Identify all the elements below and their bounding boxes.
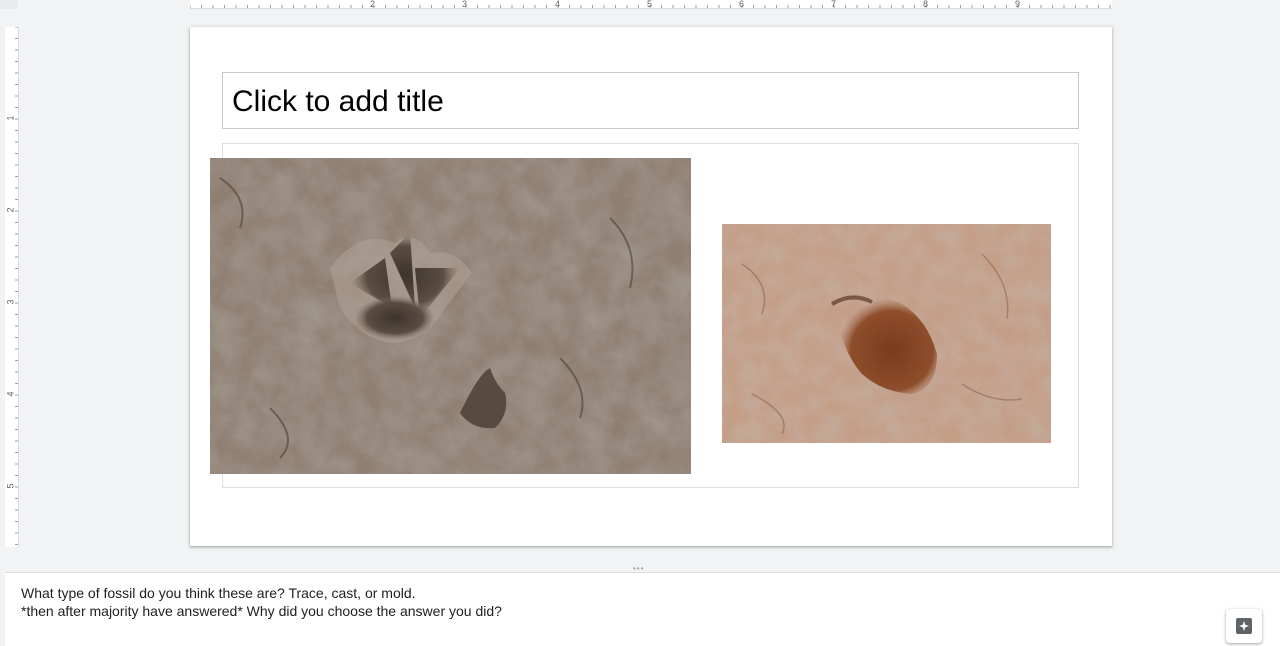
- speaker-notes-line[interactable]: *then after majority have answered* Why …: [21, 602, 502, 620]
- ruler-number: 7: [831, 0, 837, 9]
- title-placeholder-text[interactable]: Click to add title: [232, 85, 444, 119]
- ruler-corner: [0, 0, 18, 9]
- ruler-number: 9: [1015, 0, 1021, 9]
- ruler-number: 3: [462, 0, 468, 9]
- ruler-number: 4: [555, 0, 561, 9]
- ruler-number: 3: [5, 299, 16, 305]
- ruler-number: 2: [5, 207, 16, 213]
- ruler-number: 1: [5, 115, 16, 121]
- slide-canvas[interactable]: Click to add title: [190, 27, 1112, 546]
- horizontal-ruler[interactable]: 2 3 4 5 6 7 8 9: [190, 0, 1112, 9]
- dinosaur-footprint-photo-1[interactable]: [210, 158, 691, 474]
- ruler-number: 2: [370, 0, 376, 9]
- footprint-image: [722, 224, 1051, 443]
- footprint-image: [210, 158, 691, 474]
- explore-sparkle-icon: [1236, 618, 1252, 634]
- title-placeholder-box[interactable]: Click to add title: [222, 72, 1079, 129]
- vertical-ruler[interactable]: 1 2 3 4 5: [5, 27, 19, 547]
- ruler-number: 6: [739, 0, 745, 9]
- ruler-number: 4: [5, 391, 16, 397]
- ruler-number: 5: [647, 0, 653, 9]
- speaker-notes-panel[interactable]: What type of fossil do you think these a…: [5, 572, 1280, 646]
- ruler-number: 5: [5, 483, 16, 489]
- dinosaur-footprint-photo-2[interactable]: [722, 224, 1051, 443]
- vertical-ruler-ticks: [15, 27, 18, 545]
- explore-button[interactable]: [1226, 609, 1262, 643]
- notes-splitter[interactable]: •••: [0, 563, 1280, 573]
- ruler-number: 8: [923, 0, 929, 9]
- speaker-notes-line[interactable]: What type of fossil do you think these a…: [21, 584, 416, 602]
